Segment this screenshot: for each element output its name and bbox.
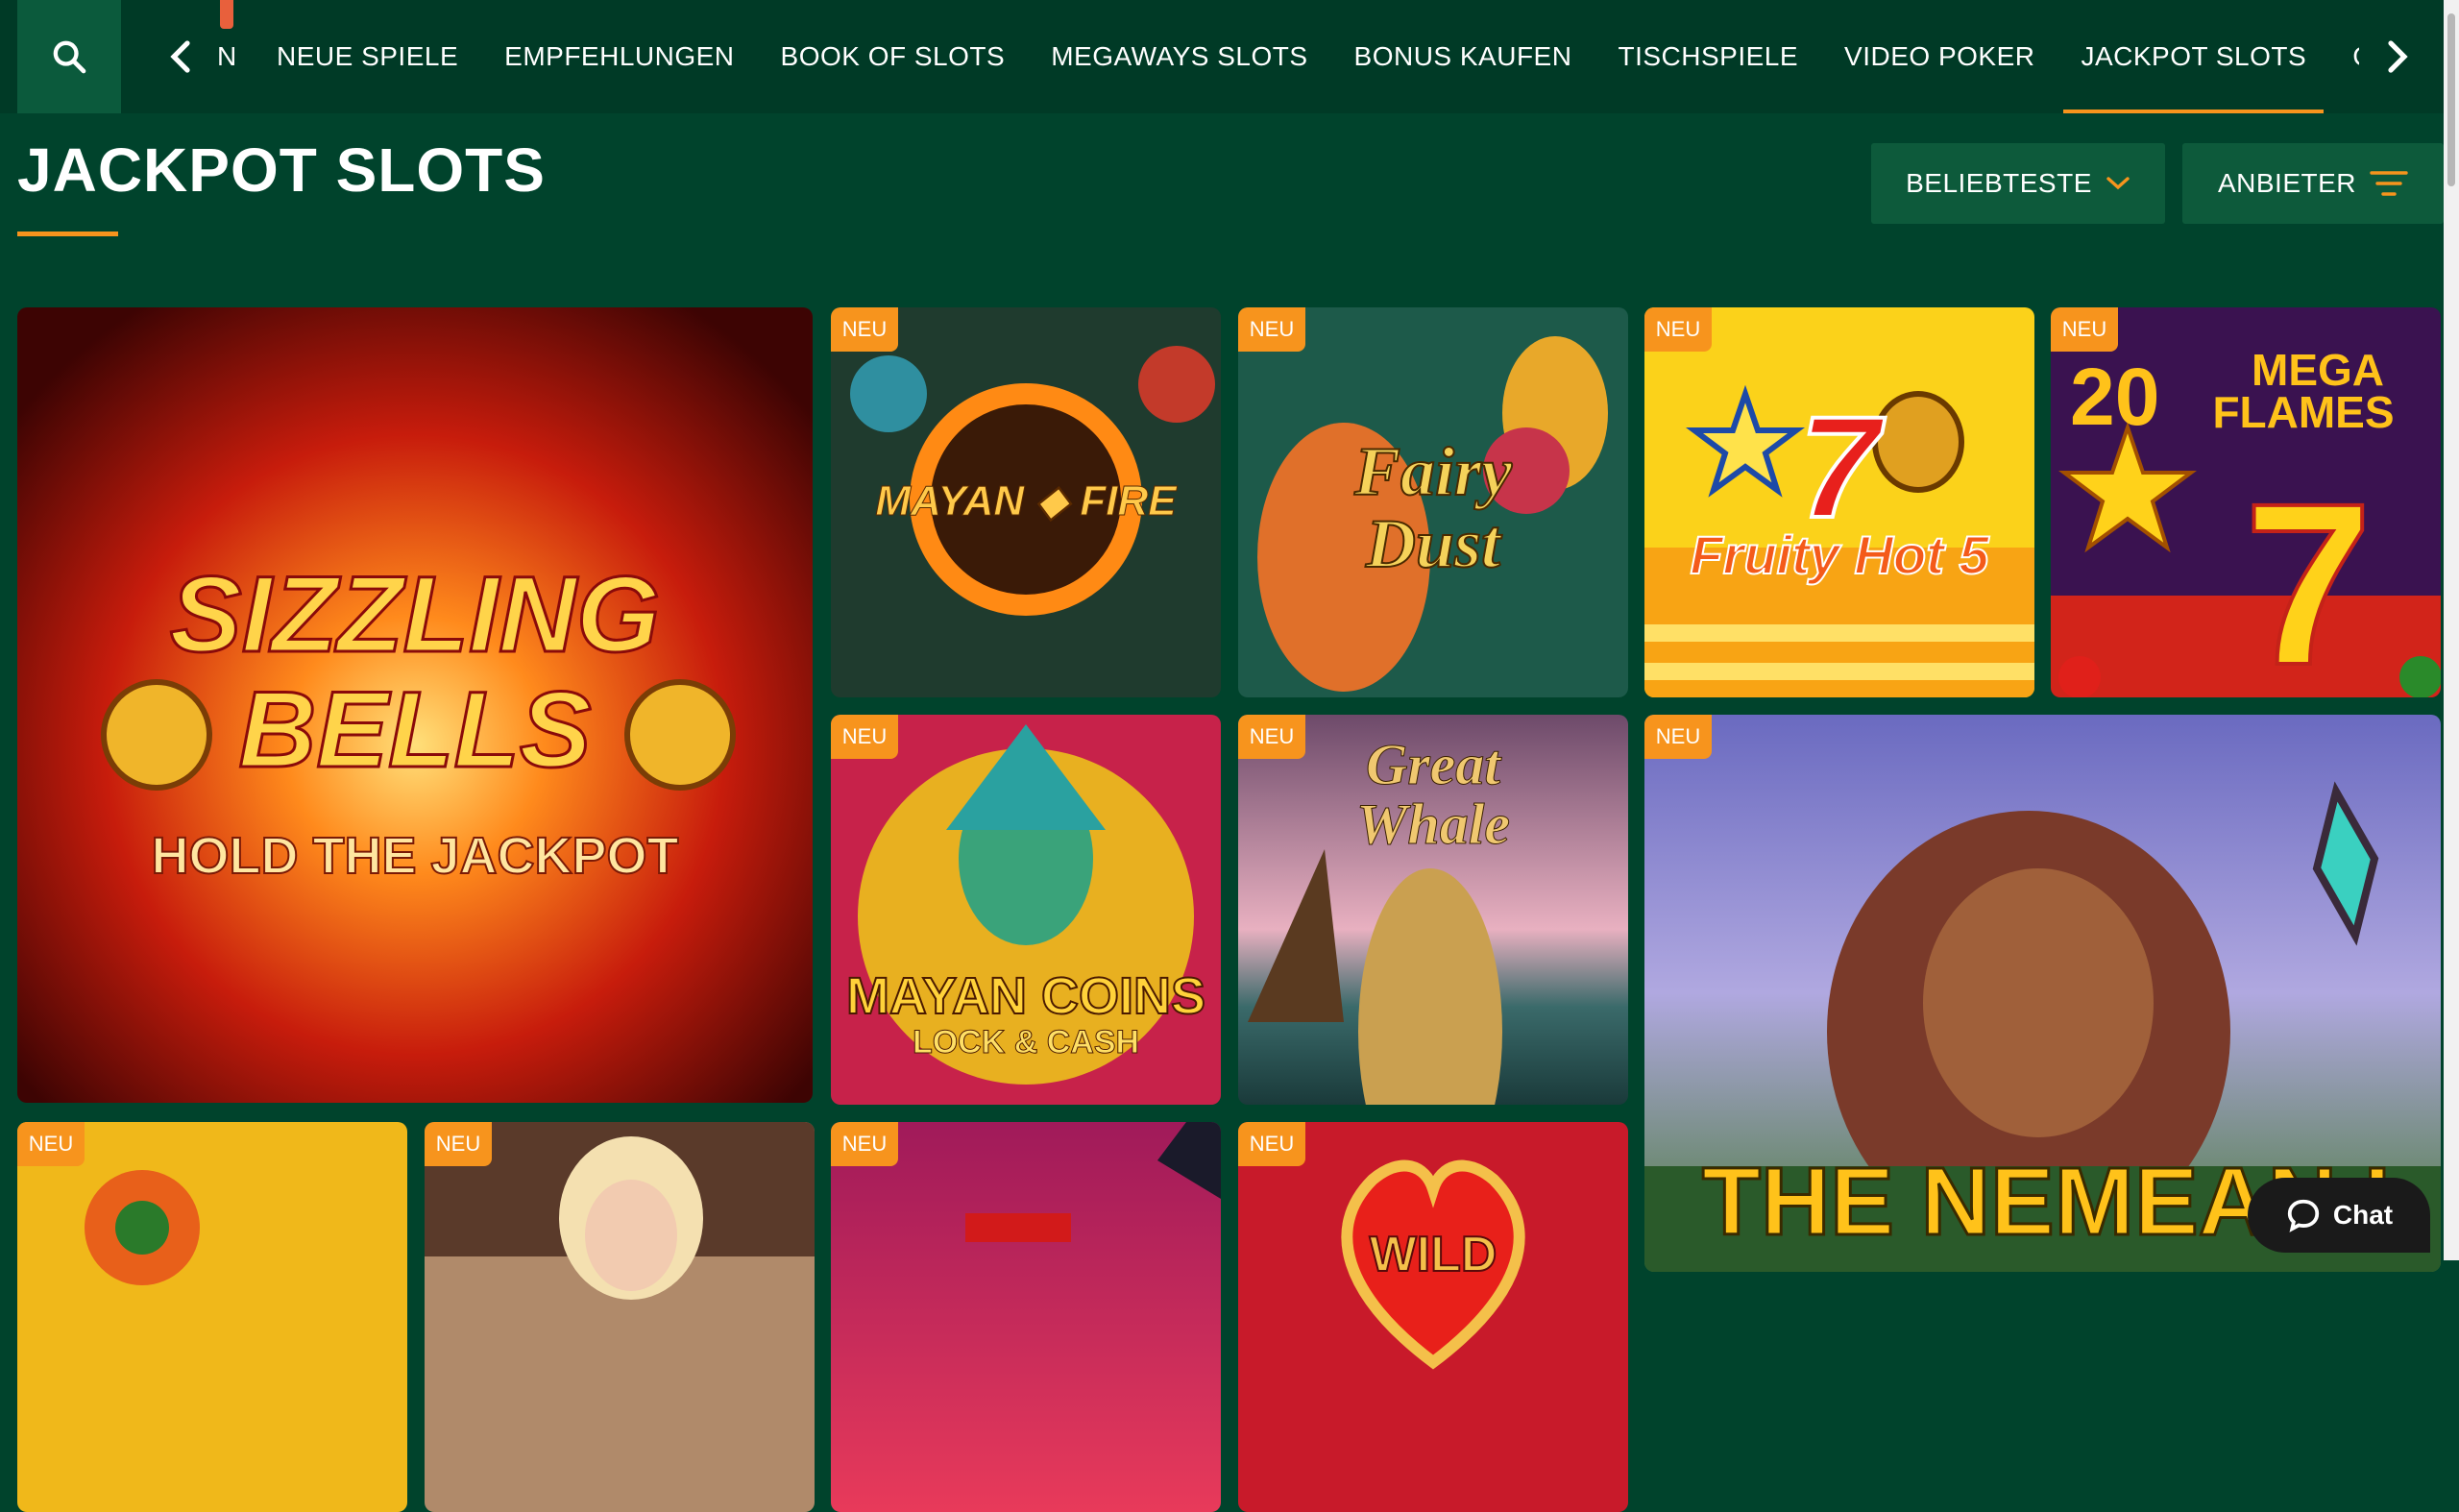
nav-item-casino[interactable]: CA (2352, 0, 2359, 113)
fruit-game-artwork (17, 1122, 407, 1512)
neu-badge: NEU (425, 1122, 492, 1166)
game-tile-fruit[interactable]: NEU (17, 1122, 407, 1512)
game-tile-20-mega-flames[interactable]: 20 MEGA FLAMES 7 NEU (2051, 307, 2441, 697)
game-title-line1: SIZZLING (168, 553, 661, 676)
neu-badge: NEU (17, 1122, 85, 1166)
game-title: MAYAN ◆ FIRE (875, 477, 1177, 525)
game-title-line2: BELLS (237, 669, 593, 792)
game-title: MAYAN COINS (845, 966, 1206, 1026)
game-seven: 7 (2242, 453, 2374, 697)
nav-item-neue-spiele[interactable]: NEUE SPIELE (277, 0, 458, 113)
chevron-right-icon (2388, 40, 2408, 73)
neu-badge: NEU (831, 715, 898, 759)
nav-item-megaways-slots[interactable]: MEGAWAYS SLOTS (1051, 0, 1307, 113)
game-title-line2: Whale (1355, 793, 1511, 857)
page-scrollbar[interactable] (2444, 0, 2459, 1260)
neu-badge: NEU (831, 307, 898, 352)
chat-label: Chat (2332, 1200, 2394, 1230)
game-title: Fruity Hot 5 (1689, 524, 1989, 586)
game-tile-fairy-dust[interactable]: Fairy Dust NEU (1238, 307, 1628, 697)
game-title-line1: Fairy (1353, 432, 1513, 511)
filter-icon (2370, 171, 2408, 196)
sunset-seven-artwork (831, 1122, 1221, 1512)
game-tile-sunset-seven[interactable]: NEU (831, 1122, 1221, 1512)
nav-items: NEUE SPIELE EMPFEHLUNGEN BOOK OF SLOTS M… (254, 0, 2359, 113)
game-tile-fruity-hot-5[interactable]: 7 Fruity Hot 5 NEU (1644, 307, 2034, 697)
game-title-line2: Dust (1365, 504, 1501, 583)
neu-badge: NEU (1238, 307, 1305, 352)
nav-next-button[interactable] (2374, 33, 2422, 81)
game-number: 20 (2070, 352, 2160, 442)
wild-heart-artwork (1238, 1122, 1628, 1512)
nav-item-empfehlungen[interactable]: EMPFEHLUNGEN (504, 0, 734, 113)
chat-button[interactable]: Chat (2248, 1178, 2430, 1253)
nav-item-bonus-kaufen[interactable]: BONUS KAUFEN (1354, 0, 1572, 113)
neu-badge: NEU (1238, 715, 1305, 759)
game-tile-great-whale[interactable]: Great Whale NEU (1238, 715, 1628, 1105)
game-title-line2: FLAMES (2212, 387, 2395, 437)
nav-item-jackpot-slots[interactable]: JACKPOT SLOTS (2063, 0, 2324, 113)
provider-label: ANBIETER (2217, 168, 2357, 198)
game-tile-wild-heart[interactable]: WILD NEU (1238, 1122, 1628, 1512)
chevron-left-icon (170, 40, 190, 73)
chat-bubble-icon (2287, 1199, 2320, 1232)
neu-badge: NEU (1644, 715, 1712, 759)
search-button[interactable] (17, 0, 121, 113)
game-tile-sizzling-bells[interactable]: SIZZLING BELLS HOLD THE JACKPOT (17, 307, 813, 1103)
game-tile-mayan-coins[interactable]: MAYAN COINS LOCK & CASH NEU (831, 715, 1221, 1105)
provider-filter-button[interactable]: ANBIETER (2182, 143, 2444, 224)
category-nav: N NEUE SPIELE EMPFEHLUNGEN BOOK OF SLOTS… (0, 0, 2444, 113)
nav-item-book-of-slots[interactable]: BOOK OF SLOTS (781, 0, 1006, 113)
sort-label: BELIEBTESTE (1906, 168, 2092, 198)
neu-badge: NEU (2051, 307, 2118, 352)
page-title: JACKPOT SLOTS (17, 135, 546, 205)
game-title: WILD (1369, 1226, 1498, 1283)
sort-dropdown[interactable]: BELIEBTESTE (1871, 143, 2165, 224)
neu-badge: NEU (1644, 307, 1712, 352)
nav-item-tischspiele[interactable]: TISCHSPIELE (1618, 0, 1798, 113)
nav-item-cut[interactable]: N (217, 0, 237, 113)
pinup-game-artwork (425, 1122, 815, 1512)
title-underline (17, 232, 118, 236)
neu-badge: NEU (1238, 1122, 1305, 1166)
neu-badge: NEU (831, 1122, 898, 1166)
chevron-down-icon (2106, 177, 2130, 190)
game-subtitle: LOCK & CASH (912, 1024, 1140, 1061)
scrollbar-thumb[interactable] (2447, 13, 2455, 186)
game-tile-mayan-fire[interactable]: MAYAN ◆ FIRE NEU (831, 307, 1221, 697)
search-icon (53, 40, 86, 74)
nav-item-video-poker[interactable]: VIDEO POKER (1844, 0, 2034, 113)
game-subtitle: HOLD THE JACKPOT (150, 826, 679, 886)
nav-prev-button[interactable] (156, 33, 204, 81)
game-tile-pinup[interactable]: NEU (425, 1122, 815, 1512)
